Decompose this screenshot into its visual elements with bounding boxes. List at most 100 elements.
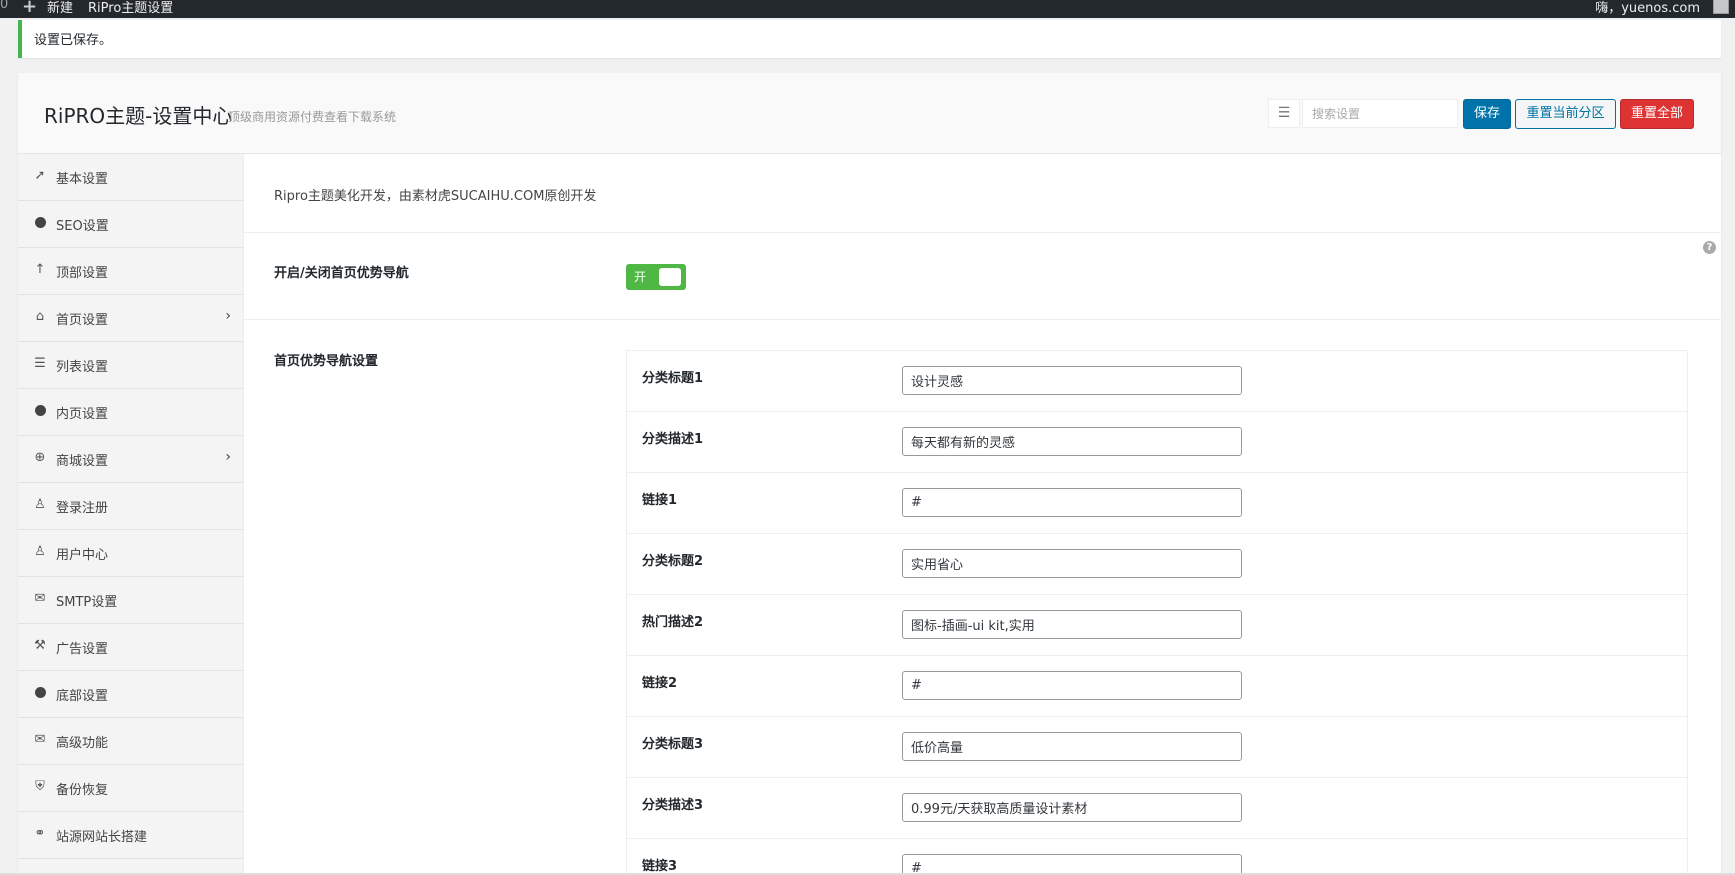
sidebar-item[interactable]: ⚒ 广告设置 xyxy=(18,624,243,671)
sidebar-item[interactable]: ⛨ 备份恢复 xyxy=(18,765,243,812)
sidebar-item[interactable]: ✉ 高级功能 xyxy=(18,718,243,765)
sidebar-item-label: 底部设置 xyxy=(56,689,109,704)
group-row: 分类标题1 xyxy=(627,351,1687,412)
user-icon: ♙ xyxy=(34,544,46,559)
notice-text: 设置已保存。 xyxy=(34,33,113,48)
group-row-input[interactable] xyxy=(902,427,1242,456)
switch-on-label: 开 xyxy=(634,270,647,284)
home-icon: ⌂ xyxy=(35,309,45,324)
user-icon: ♙ xyxy=(34,497,46,512)
expand-all-button[interactable]: ☰ xyxy=(1268,99,1300,128)
sidebar-item[interactable]: ⌂ 首页设置 › xyxy=(18,295,243,342)
group-row: 链接1 xyxy=(627,473,1687,534)
save-button[interactable]: 保存 xyxy=(1463,99,1511,129)
group-row-input[interactable] xyxy=(902,366,1242,395)
settings-content: Ripro主题美化开发，由素材虎SUCAIHU.COM原创开发 开启/关闭首页优… xyxy=(244,154,1721,875)
gavel-icon: ⚒ xyxy=(34,638,46,653)
group-field-title: 首页优势导航设置 xyxy=(274,354,379,369)
circle-icon xyxy=(32,403,48,419)
group-row: 分类标题2 xyxy=(627,534,1687,595)
sidebar-item-label: 基本设置 xyxy=(56,172,109,187)
sidebar-item-label: 首页设置 xyxy=(56,313,109,328)
sidebar-item-label: 站源网站长搭建 xyxy=(56,830,148,845)
circle-icon xyxy=(32,215,48,231)
group-row-input[interactable] xyxy=(902,854,1242,875)
list-icon: ☰ xyxy=(34,356,46,371)
sidebar-item[interactable]: SEO设置 xyxy=(18,201,243,248)
reset-all-button[interactable]: 重置全部 xyxy=(1620,99,1694,129)
admin-bar-counter[interactable]: 0 xyxy=(0,0,8,12)
sidebar-item[interactable]: ⚭ 站源网站长搭建 xyxy=(18,812,243,859)
chevron-right-icon: › xyxy=(225,449,231,465)
settings-sidebar: ➚ 基本设置 SEO设置 ↑ 顶部设置 ⌂ 首页设置 › ☰ 列表设置内页设置 ⊕ 商城设置 › ♙ 登录注… xyxy=(18,154,244,875)
sidebar-item-label: 备份恢复 xyxy=(56,783,109,798)
sidebar-item[interactable]: ↑ 顶部设置 xyxy=(18,248,243,295)
shield-icon: ⛨ xyxy=(35,779,45,794)
sidebar-item[interactable]: 内页设置 xyxy=(18,389,243,436)
sidebar-item-label: 列表设置 xyxy=(56,360,109,375)
sidebar-item-label: 内页设置 xyxy=(56,407,109,422)
envelope-icon: ✉ xyxy=(34,732,46,747)
admin-bar-page-link[interactable]: RiPro主题设置 xyxy=(88,0,173,16)
group-row-label: 分类描述1 xyxy=(642,432,704,447)
handshake-icon: ⚭ xyxy=(34,826,46,841)
group-row-label: 链接1 xyxy=(642,493,678,508)
arrow-up-icon: ↑ xyxy=(34,262,46,277)
admin-bar: 0 + 新建 RiPro主题设置 嗨，yuenos.com xyxy=(0,0,1735,18)
sidebar-item[interactable]: 底部设置 xyxy=(18,671,243,718)
group-row-input[interactable] xyxy=(902,732,1242,761)
group-row-input[interactable] xyxy=(902,488,1242,517)
group-row-label: 分类标题3 xyxy=(642,737,704,752)
settings-saved-notice: 设置已保存。 xyxy=(18,20,1721,58)
help-icon[interactable]: ? xyxy=(1703,241,1716,254)
search-input[interactable] xyxy=(1302,99,1458,128)
section-intro: Ripro主题美化开发，由素材虎SUCAIHU.COM原创开发 xyxy=(244,154,1721,233)
plus-icon[interactable]: + xyxy=(22,0,37,17)
group-row-input[interactable] xyxy=(902,671,1242,700)
sidebar-item-label: 用户中心 xyxy=(56,548,109,563)
new-menu[interactable]: 新建 xyxy=(47,0,73,16)
circle-icon xyxy=(32,685,48,701)
avatar[interactable] xyxy=(1713,0,1729,14)
sidebar-item-label: 顶部设置 xyxy=(56,266,109,281)
sidebar-item[interactable]: ♙ 登录注册 xyxy=(18,483,243,530)
group-row: 链接3 xyxy=(627,839,1687,875)
indent-list-icon: ☰ xyxy=(1277,105,1291,121)
sidebar-item[interactable]: ⊕ 商城设置 › xyxy=(18,436,243,483)
chevron-right-icon: › xyxy=(225,308,231,324)
sidebar-item-label: 商城设置 xyxy=(56,454,109,469)
group-row-input[interactable] xyxy=(902,549,1242,578)
group-row: 热门描述2 xyxy=(627,595,1687,656)
page-title: RiPRO主题-设置中心 xyxy=(44,104,233,128)
sidebar-item[interactable]: ♙ 用户中心 xyxy=(18,530,243,577)
envelope-icon: ✉ xyxy=(34,591,46,606)
group-row-label: 分类标题2 xyxy=(642,554,704,569)
group-row-label: 链接3 xyxy=(642,859,678,874)
account-greeting[interactable]: 嗨，yuenos.com xyxy=(1595,0,1700,16)
sidebar-item-label: 登录注册 xyxy=(56,501,109,516)
group-row: 分类描述3 xyxy=(627,778,1687,839)
plus-circle-icon: ⊕ xyxy=(34,450,46,465)
sidebar-item[interactable]: ✉ SMTP设置 xyxy=(18,577,243,624)
group-row-input[interactable] xyxy=(902,793,1242,822)
group-row: 分类描述1 xyxy=(627,412,1687,473)
group-row-input[interactable] xyxy=(902,610,1242,639)
homepage-nav-switch[interactable]: 开 xyxy=(626,264,686,290)
group-row: 分类标题3 xyxy=(627,717,1687,778)
sidebar-item[interactable]: ☰ 列表设置 xyxy=(18,342,243,389)
sidebar-item-label: SMTP设置 xyxy=(56,595,118,610)
group-row-label: 分类描述3 xyxy=(642,798,704,813)
homepage-nav-toggle-field: 开启/关闭首页优势导航 ? 开 xyxy=(244,233,1721,320)
reset-section-button[interactable]: 重置当前分区 xyxy=(1515,99,1616,129)
sidebar-item[interactable]: ➚ 基本设置 xyxy=(18,154,243,201)
sidebar-item-label: SEO设置 xyxy=(56,219,109,234)
group-row-label: 热门描述2 xyxy=(642,615,704,630)
group-row-label: 分类标题1 xyxy=(642,371,704,386)
nav-settings-group: 分类标题1 分类描述1 链接1 分类标题2 热门描述2 链接2 分类标题3 分类描述3 链接3 xyxy=(626,350,1688,875)
group-row-label: 链接2 xyxy=(642,676,678,691)
panel-header: RiPRO主题-设置中心 顶级商用资源付费查看下载系统 ☰ 保存 重置当前分区 … xyxy=(18,73,1721,154)
group-row: 链接2 xyxy=(627,656,1687,717)
rocket-icon: ➚ xyxy=(34,168,46,183)
toggle-field-title: 开启/关闭首页优势导航 xyxy=(274,266,409,281)
sidebar-item-label: 广告设置 xyxy=(56,642,109,657)
